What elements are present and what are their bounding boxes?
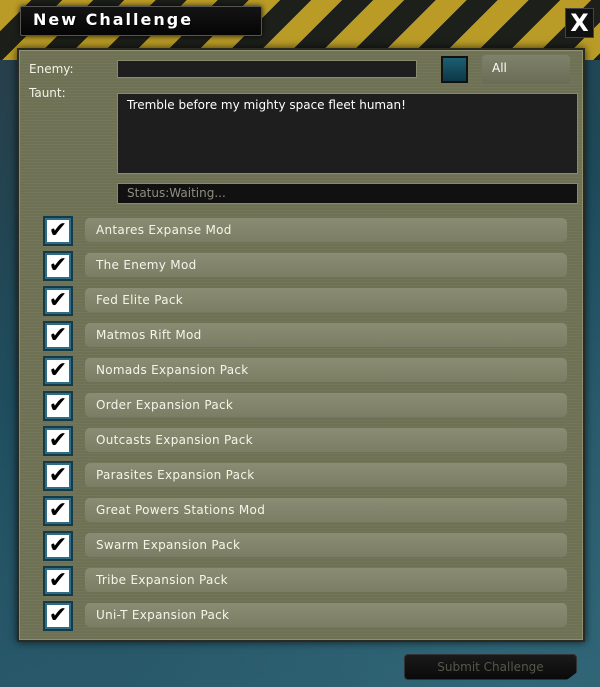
mod-checkbox[interactable]: ✔ xyxy=(43,216,73,246)
mod-checkbox[interactable]: ✔ xyxy=(43,531,73,561)
mod-row: ✔ Nomads Expansion Pack xyxy=(43,356,571,386)
mod-checkbox[interactable]: ✔ xyxy=(43,566,73,596)
mod-label: Parasites Expansion Pack xyxy=(85,463,567,487)
taunt-textarea[interactable]: Tremble before my mighty space fleet hum… xyxy=(117,93,578,174)
status-field: Status:Waiting... xyxy=(117,183,578,204)
mod-label: Order Expansion Pack xyxy=(85,393,567,417)
enemy-input[interactable] xyxy=(117,60,417,78)
mod-row: ✔ Great Powers Stations Mod xyxy=(43,496,571,526)
submit-challenge-button[interactable]: Submit Challenge xyxy=(404,654,577,680)
mod-row: ✔ Outcasts Expansion Pack xyxy=(43,426,571,456)
mod-row: ✔ Fed Elite Pack xyxy=(43,286,571,316)
mod-checkbox[interactable]: ✔ xyxy=(43,356,73,386)
mod-label: Tribe Expansion Pack xyxy=(85,568,567,592)
mod-row: ✔ Order Expansion Pack xyxy=(43,391,571,421)
window-title: New Challenge xyxy=(33,10,194,29)
team-color-button[interactable] xyxy=(441,56,468,83)
close-button[interactable]: X xyxy=(565,8,594,38)
mod-checkbox[interactable]: ✔ xyxy=(43,461,73,491)
mod-label: Fed Elite Pack xyxy=(85,288,567,312)
mod-row: ✔ Uni-T Expansion Pack xyxy=(43,601,571,631)
all-filter-button[interactable]: All xyxy=(482,55,570,84)
mod-row: ✔ Matmos Rift Mod xyxy=(43,321,571,351)
mod-checkbox[interactable]: ✔ xyxy=(43,496,73,526)
mod-checkbox[interactable]: ✔ xyxy=(43,391,73,421)
mod-label: Great Powers Stations Mod xyxy=(85,498,567,522)
mod-label: Outcasts Expansion Pack xyxy=(85,428,567,452)
mod-checkbox[interactable]: ✔ xyxy=(43,426,73,456)
mod-label: Nomads Expansion Pack xyxy=(85,358,567,382)
window-title-bar: New Challenge xyxy=(20,6,262,36)
mod-label: Matmos Rift Mod xyxy=(85,323,567,347)
mod-label: Antares Expanse Mod xyxy=(85,218,567,242)
taunt-label: Taunt: xyxy=(29,86,66,100)
mod-label: The Enemy Mod xyxy=(85,253,567,277)
mod-row: ✔ Antares Expanse Mod xyxy=(43,216,571,246)
mod-checkbox[interactable]: ✔ xyxy=(43,321,73,351)
mod-row: ✔ Tribe Expansion Pack xyxy=(43,566,571,596)
mod-row: ✔ The Enemy Mod xyxy=(43,251,571,281)
mod-label: Swarm Expansion Pack xyxy=(85,533,567,557)
mod-checkbox[interactable]: ✔ xyxy=(43,251,73,281)
challenge-panel: Enemy: All Taunt: Tremble before my migh… xyxy=(17,48,585,642)
mod-row: ✔ Parasites Expansion Pack xyxy=(43,461,571,491)
mod-label: Uni-T Expansion Pack xyxy=(85,603,567,627)
mod-checkbox[interactable]: ✔ xyxy=(43,286,73,316)
mod-checkbox[interactable]: ✔ xyxy=(43,601,73,631)
enemy-label: Enemy: xyxy=(29,62,74,76)
mod-row: ✔ Swarm Expansion Pack xyxy=(43,531,571,561)
